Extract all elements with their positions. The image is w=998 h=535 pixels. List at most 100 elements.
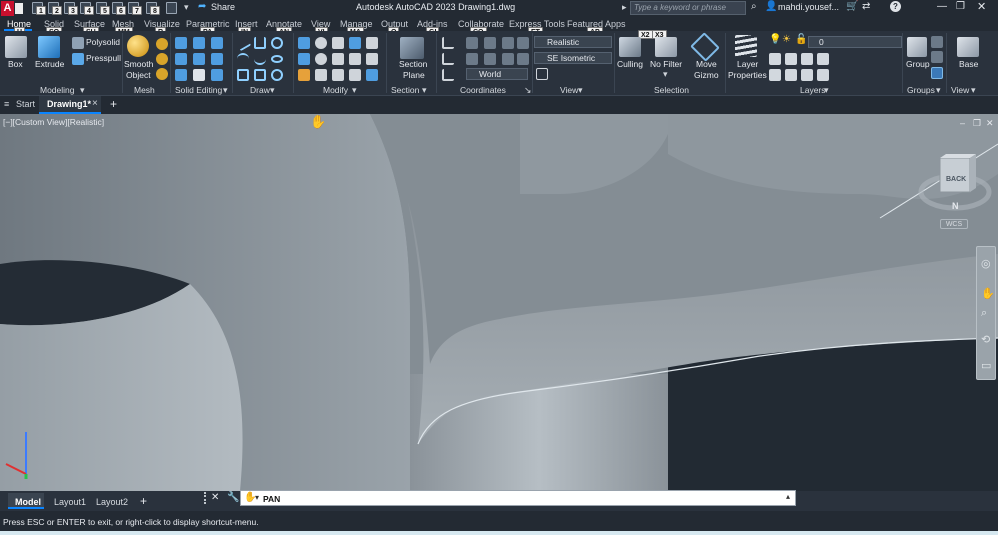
connect-icon[interactable]: ⇄ xyxy=(862,1,870,12)
zoom-icon[interactable]: ⌕ xyxy=(981,307,987,320)
extract-edges-icon[interactable] xyxy=(211,53,223,65)
layer-tool-icon-7[interactable] xyxy=(801,69,813,81)
line-icon[interactable] xyxy=(234,34,252,52)
union-icon[interactable] xyxy=(175,37,187,49)
section-plane-button-line1[interactable]: Section xyxy=(399,59,427,69)
ucs-dropdown[interactable]: World xyxy=(466,68,528,80)
extrude-icon[interactable] xyxy=(38,36,60,58)
panel-section[interactable]: Section xyxy=(391,85,419,95)
layer-tool-icon-3[interactable] xyxy=(801,53,813,65)
drawing-tab-close-icon[interactable]: × xyxy=(92,98,98,109)
layer-properties-button-line2[interactable]: Properties xyxy=(728,70,767,80)
viewport-config-icon[interactable] xyxy=(536,68,548,80)
qa-workspace-icon[interactable] xyxy=(166,2,177,14)
polygon-icon[interactable] xyxy=(237,69,249,81)
offset-icon[interactable] xyxy=(315,69,327,81)
panel-layers[interactable]: Layers xyxy=(800,85,826,95)
view-preset-dropdown[interactable]: SE Isometric xyxy=(534,52,612,64)
panel-view-base[interactable]: View xyxy=(951,85,969,95)
viewport-controls-label[interactable]: [−][Custom View][Realistic] xyxy=(3,117,104,127)
ucs-object-icon[interactable] xyxy=(502,53,514,65)
no-filter-icon[interactable] xyxy=(655,37,677,57)
visual-style-dropdown[interactable]: Realistic xyxy=(534,36,612,48)
circle-icon[interactable] xyxy=(271,37,283,49)
smooth-object-button-line1[interactable]: Smooth xyxy=(124,59,153,69)
groups-expand-icon[interactable]: ▾ xyxy=(936,85,941,96)
group-icon[interactable] xyxy=(907,37,927,57)
polysolid-icon[interactable] xyxy=(72,37,84,49)
mirror-icon[interactable] xyxy=(366,37,378,49)
layer-tool-icon-1[interactable] xyxy=(769,53,781,65)
layer-tool-icon-8[interactable] xyxy=(817,69,829,81)
layer-properties-button-line1[interactable]: Layer xyxy=(737,59,758,69)
no-filter-button[interactable]: No Filter xyxy=(650,59,682,69)
ucs-face-icon[interactable] xyxy=(466,53,478,65)
box-icon[interactable] xyxy=(5,36,27,58)
extrude-button[interactable]: Extrude xyxy=(35,59,64,69)
intersect-icon[interactable] xyxy=(211,37,223,49)
view-base-expand-icon[interactable]: ▾ xyxy=(971,85,976,96)
panel-view[interactable]: View xyxy=(560,85,578,95)
mesh-tool-icon-2[interactable] xyxy=(156,53,168,65)
mesh-tool-icon-1[interactable] xyxy=(156,38,168,50)
ucs-origin-icon[interactable] xyxy=(442,53,454,65)
pan-icon[interactable]: ✋ xyxy=(981,287,995,300)
rect-array-icon[interactable] xyxy=(366,69,378,81)
panel-selection[interactable]: Selection xyxy=(654,85,689,95)
panel-groups[interactable]: Groups xyxy=(907,85,935,95)
file-tabs-menu-icon[interactable]: ≡ xyxy=(4,99,9,109)
layer-tool-icon-6[interactable] xyxy=(785,69,797,81)
ucs-previous-icon[interactable] xyxy=(517,53,529,65)
move-gizmo-button-line1[interactable]: Move xyxy=(696,59,717,69)
group-select-icon[interactable] xyxy=(931,67,943,79)
viewport-close-icon[interactable]: ✕ xyxy=(986,118,994,129)
rotate-icon[interactable] xyxy=(315,37,327,49)
section-plane-icon[interactable] xyxy=(400,37,424,59)
layer-lock-icon[interactable]: 🔓 xyxy=(795,34,807,45)
culling-button[interactable]: Culling xyxy=(617,59,643,69)
cart-icon[interactable]: 🛒 xyxy=(846,1,858,12)
panel-modeling[interactable]: Modeling xyxy=(40,85,75,95)
help-icon[interactable]: ? xyxy=(890,1,901,12)
ungroup-icon[interactable] xyxy=(931,36,943,48)
erase-icon[interactable] xyxy=(298,69,310,81)
culling-icon[interactable] xyxy=(619,37,641,57)
group-button[interactable]: Group xyxy=(906,59,930,69)
section-plane-button-line2[interactable]: Plane xyxy=(403,70,425,80)
command-line[interactable]: ✋ ▾ PAN ▴ xyxy=(240,490,796,506)
layer-tool-icon-4[interactable] xyxy=(817,53,829,65)
viewport-restore-icon[interactable]: ❐ xyxy=(973,118,981,129)
ucs-world-icon[interactable] xyxy=(442,69,454,81)
customize-qa-chevron-icon[interactable]: ▾ xyxy=(184,2,189,13)
ucs-z-icon[interactable] xyxy=(502,37,514,49)
presspull-icon[interactable] xyxy=(72,53,84,65)
explode-icon[interactable] xyxy=(315,53,327,65)
panel-solid-editing[interactable]: Solid Editing xyxy=(175,85,222,95)
command-history-chevron-icon[interactable]: ▾ xyxy=(255,493,259,502)
model-tab[interactable]: Model xyxy=(8,493,44,509)
search-arrow-icon[interactable]: ▸ xyxy=(622,2,627,13)
base-icon[interactable] xyxy=(957,37,979,57)
panel-coordinates[interactable]: Coordinates xyxy=(460,85,506,95)
polyline-icon[interactable] xyxy=(254,37,266,49)
stretch-icon[interactable] xyxy=(332,53,344,65)
ucs-x-icon[interactable] xyxy=(466,37,478,49)
command-line-grip[interactable] xyxy=(204,492,208,504)
thicken-icon[interactable] xyxy=(193,53,205,65)
wcs-menu[interactable]: WCS xyxy=(940,219,968,229)
ellipse-arc-icon[interactable] xyxy=(271,69,283,81)
mesh-tool-icon-3[interactable] xyxy=(156,68,168,80)
ellipse-icon[interactable] xyxy=(271,55,283,63)
panel-mesh[interactable]: Mesh xyxy=(134,85,155,95)
coordinates-launcher-icon[interactable]: ↘ xyxy=(524,85,532,96)
imprint-icon[interactable] xyxy=(193,69,205,81)
layers-expand-icon[interactable]: ▾ xyxy=(824,85,829,96)
slice-icon[interactable] xyxy=(175,53,187,65)
smooth-object-icon[interactable] xyxy=(127,35,149,57)
new-tab-button[interactable]: + xyxy=(110,97,117,111)
box-button[interactable]: Box xyxy=(8,59,23,69)
steering-wheel-icon[interactable]: ◎ xyxy=(981,257,991,270)
close-icon[interactable]: ✕ xyxy=(977,0,986,13)
move-gizmo-icon[interactable] xyxy=(690,32,720,62)
arc-icon[interactable] xyxy=(237,53,249,65)
